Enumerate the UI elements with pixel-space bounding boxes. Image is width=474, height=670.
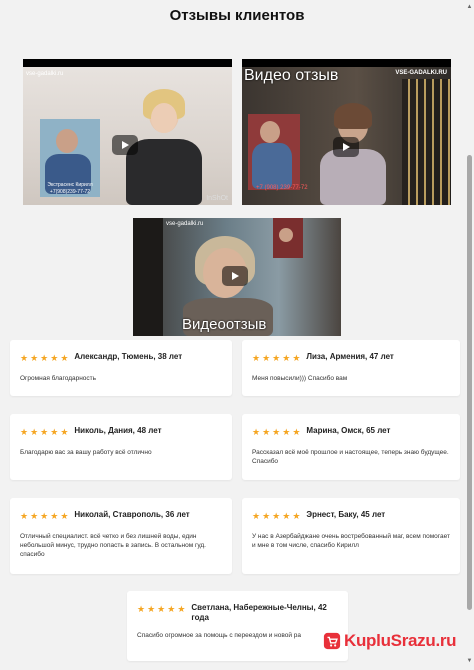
video-review-3[interactable]: vse-gadalki.ru Видеоотзыв — [133, 218, 341, 336]
star-icon: ★ — [262, 353, 271, 363]
scroll-down-arrow[interactable]: ▼ — [466, 658, 473, 664]
play-icon — [232, 272, 239, 280]
star-icon: ★ — [40, 353, 49, 363]
video-watermark: VSE-GADALKI.RU — [395, 70, 447, 76]
review-author: Николь, Дания, 48 лет — [74, 426, 162, 435]
rating-stars: ★ ★ ★ ★ ★ — [252, 427, 300, 437]
review-text: Меня повысили))) Спасибо вам — [252, 375, 348, 382]
star-icon: ★ — [40, 427, 49, 437]
video-corner-mark: InShOt — [206, 195, 228, 202]
star-icon: ★ — [167, 604, 176, 614]
star-icon: ★ — [137, 604, 146, 614]
review-card: ★ ★ ★ ★ ★ Эрнест, Баку, 45 лет У нас в Азерб… — [242, 498, 460, 574]
star-icon: ★ — [30, 427, 39, 437]
site-watermark: KupluSrazu.ru — [323, 626, 471, 656]
review-text: Рассказал всё моё прошлое и настоящее, т… — [252, 449, 449, 465]
star-icon: ★ — [30, 511, 39, 521]
star-icon: ★ — [50, 427, 59, 437]
star-icon: ★ — [60, 511, 69, 521]
rating-stars: ★ ★ ★ ★ ★ — [252, 511, 300, 521]
video-inset-name: Экстрасенс Кирилл +7(908)239-77-72 — [47, 182, 93, 195]
review-text: Спасибо огромное за помощь с переездом и… — [137, 632, 302, 639]
review-author: Николай, Ставрополь, 36 лет — [74, 510, 190, 519]
review-card: ★ ★ ★ ★ ★ Марина, Омск, 65 лет Рассказал всё… — [242, 414, 460, 480]
star-icon: ★ — [262, 427, 271, 437]
rating-stars: ★ ★ ★ ★ ★ — [20, 353, 68, 363]
review-author: Александр, Тюмень, 38 лет — [74, 352, 183, 361]
video-phone: +7 (908) 239-77-72 — [256, 185, 308, 191]
review-author: Светлана, Набережные-Челны, 42 года — [191, 603, 327, 622]
star-icon: ★ — [177, 604, 186, 614]
scroll-up-arrow[interactable]: ▲ — [466, 4, 473, 10]
video-watermark: vse-gadalki.ru — [166, 221, 204, 227]
review-card: ★ ★ ★ ★ ★ Лиза, Армения, 47 лет Меня повысил… — [242, 340, 460, 396]
review-text: Благодарю вас за вашу работу всё отлично — [20, 449, 152, 456]
play-button[interactable] — [112, 135, 138, 155]
review-author: Эрнест, Баку, 45 лет — [306, 510, 386, 519]
review-text: Огромная благодарность — [20, 375, 97, 382]
star-icon: ★ — [272, 427, 281, 437]
star-icon: ★ — [272, 353, 281, 363]
star-icon: ★ — [272, 511, 281, 521]
star-icon: ★ — [40, 511, 49, 521]
star-icon: ★ — [282, 511, 291, 521]
site-watermark-text: KupluSrazu.ru — [344, 631, 457, 650]
star-icon: ★ — [292, 427, 301, 437]
review-author: Марина, Омск, 65 лет — [306, 426, 391, 435]
star-icon: ★ — [292, 353, 301, 363]
review-card: ★ ★ ★ ★ ★ Светлана, Набережные-Челны, 42 год… — [127, 591, 348, 661]
review-card: ★ ★ ★ ★ ★ Николь, Дания, 48 лет Благодарю ва… — [10, 414, 232, 480]
video-caption: Видеоотзыв — [182, 316, 267, 333]
star-icon: ★ — [60, 427, 69, 437]
review-card: ★ ★ ★ ★ ★ Александр, Тюмень, 38 лет Огромная… — [10, 340, 232, 396]
star-icon: ★ — [292, 511, 301, 521]
rating-stars: ★ ★ ★ ★ ★ — [20, 511, 68, 521]
star-icon: ★ — [20, 427, 29, 437]
star-icon: ★ — [60, 353, 69, 363]
star-icon: ★ — [20, 353, 29, 363]
scrollbar-thumb[interactable] — [467, 155, 472, 610]
page-title: Отзывы клиентов — [169, 7, 305, 24]
video-caption: Видео отзыв — [244, 67, 339, 84]
star-icon: ★ — [20, 511, 29, 521]
play-icon — [122, 141, 129, 149]
star-icon: ★ — [157, 604, 166, 614]
star-icon: ★ — [30, 353, 39, 363]
star-icon: ★ — [282, 427, 291, 437]
review-text: Отличный специалист. всё четко и без лиш… — [20, 533, 206, 558]
star-icon: ★ — [252, 511, 261, 521]
rating-stars: ★ ★ ★ ★ ★ — [252, 353, 300, 363]
star-icon: ★ — [50, 353, 59, 363]
star-icon: ★ — [252, 427, 261, 437]
play-button[interactable] — [222, 266, 248, 286]
star-icon: ★ — [50, 511, 59, 521]
review-author: Лиза, Армения, 47 лет — [306, 352, 394, 361]
review-card: ★ ★ ★ ★ ★ Николай, Ставрополь, 36 лет Отличн… — [10, 498, 232, 574]
star-icon: ★ — [282, 353, 291, 363]
play-icon — [343, 143, 350, 151]
rating-stars: ★ ★ ★ ★ ★ — [137, 604, 185, 614]
play-button[interactable] — [333, 137, 359, 157]
video-review-2[interactable]: Видео отзыв VSE-GADALKI.RU +7 (908) 239-… — [242, 59, 451, 205]
video-gallery: vse-gadalki.ru Экстрасенс Кирилл +7(908)… — [0, 28, 474, 336]
star-icon: ★ — [252, 353, 261, 363]
review-text: У нас в Азербайджане очень востребованны… — [252, 533, 450, 549]
rating-stars: ★ ★ ★ ★ ★ — [20, 427, 68, 437]
video-watermark: vse-gadalki.ru — [26, 71, 64, 77]
video-review-1[interactable]: vse-gadalki.ru Экстрасенс Кирилл +7(908)… — [23, 59, 232, 205]
cart-logo-icon — [323, 632, 341, 650]
star-icon: ★ — [147, 604, 156, 614]
star-icon: ★ — [262, 511, 271, 521]
